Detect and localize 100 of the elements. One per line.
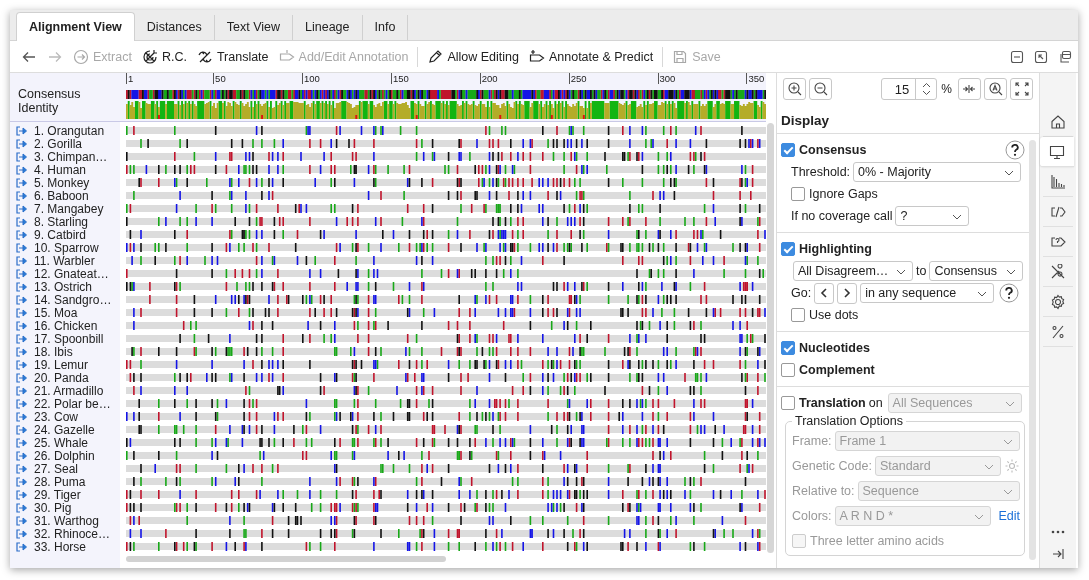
toolbar-button[interactable]: Translate bbox=[191, 45, 274, 68]
threshold-dropdown[interactable]: 0% - Majority bbox=[853, 162, 1022, 182]
sequence-name[interactable]: 9. Catbird bbox=[34, 227, 87, 242]
ruler-number: 250 bbox=[568, 73, 587, 84]
sequence-name[interactable]: 31. Warthog bbox=[34, 513, 99, 528]
zoom-in-button[interactable] bbox=[783, 78, 806, 100]
sequence-name[interactable]: 15. Moa bbox=[34, 305, 78, 320]
edit-link[interactable]: Edit bbox=[998, 508, 1020, 523]
consensus-checkbox[interactable]: Consensus bbox=[781, 143, 867, 157]
on-label: on bbox=[868, 396, 883, 410]
zoom-search-button[interactable] bbox=[984, 78, 1007, 100]
bar-chart-icon bbox=[1050, 173, 1066, 190]
sequence-arrow-icon bbox=[16, 307, 29, 318]
sequence-name[interactable]: 11. Warbler bbox=[34, 253, 95, 268]
sequence-name[interactable]: 17. Spoonbill bbox=[34, 331, 104, 346]
sequence-name[interactable]: 18. Ibis bbox=[34, 344, 73, 359]
next-button[interactable] bbox=[837, 282, 858, 304]
settings-icon bbox=[1050, 293, 1066, 310]
sequence-name[interactable]: 24. Gazelle bbox=[34, 422, 95, 437]
sequence-arrow-icon bbox=[16, 333, 29, 344]
sequence-name[interactable]: 23. Cow bbox=[34, 409, 79, 424]
sequence-name[interactable]: 27. Seal bbox=[34, 461, 79, 476]
translation-checkbox[interactable]: Translation bbox=[781, 396, 866, 410]
sequence-name[interactable]: 29. Tiger bbox=[34, 487, 81, 502]
nucleotides-checkbox[interactable]: Nucleotides bbox=[781, 341, 870, 355]
scrollbar-thumb[interactable] bbox=[126, 556, 446, 562]
ignore-gaps-checkbox[interactable]: Ignore Gaps bbox=[791, 187, 878, 201]
caret-icon bbox=[952, 214, 963, 220]
highlighting-checkbox[interactable]: Highlighting bbox=[781, 242, 872, 256]
save-icon bbox=[672, 48, 689, 65]
expand-icon bbox=[1014, 82, 1029, 96]
sequence-name[interactable]: 2. Gorilla bbox=[34, 136, 83, 151]
magnifier-icon bbox=[988, 82, 1003, 96]
scrollbar-thumb[interactable] bbox=[1029, 140, 1036, 560]
previous-button[interactable] bbox=[814, 282, 835, 304]
sequence-name[interactable]: 33. Horse bbox=[34, 539, 87, 554]
sequence-name[interactable]: 8. Starling bbox=[34, 214, 89, 229]
sequence-arrow-icon bbox=[16, 502, 29, 513]
sequence-name[interactable]: 13. Ostrich bbox=[34, 279, 93, 294]
ruler-number: 1 bbox=[126, 73, 134, 84]
sequence-name[interactable]: 28. Puma bbox=[34, 474, 86, 489]
chevron-right-icon bbox=[843, 288, 852, 298]
zoom-field[interactable]: 15 bbox=[881, 78, 938, 100]
sequence-name[interactable]: 1. Orangutan bbox=[34, 123, 105, 138]
help-icon[interactable] bbox=[999, 283, 1020, 303]
toolbar-button[interactable]: Annotate & Predict bbox=[523, 45, 659, 68]
view-tab[interactable]: Distances bbox=[134, 15, 215, 40]
highlight-mode-dropdown[interactable]: All Disagreem… bbox=[793, 261, 913, 281]
sequence-arrow-icon bbox=[16, 359, 29, 370]
sequence-name[interactable]: 5. Monkey bbox=[34, 175, 90, 190]
caret-icon bbox=[984, 463, 994, 470]
sequence-name[interactable]: 22. Polar be… bbox=[34, 396, 111, 411]
zoom-out-button[interactable] bbox=[809, 78, 833, 100]
sequence-name[interactable]: 4. Human bbox=[34, 162, 87, 177]
annotation-arrow-icon bbox=[528, 48, 545, 65]
view-tab[interactable]: Lineage bbox=[293, 15, 363, 40]
sidebar-tab[interactable] bbox=[1039, 137, 1074, 167]
ruler-number: 100 bbox=[302, 73, 320, 84]
caret-icon bbox=[1003, 488, 1013, 495]
fit-width-button[interactable] bbox=[958, 78, 981, 100]
collapse-panel-icon[interactable] bbox=[1052, 548, 1064, 560]
arrows-inward-icon bbox=[962, 82, 977, 96]
collapse-icon[interactable] bbox=[1010, 49, 1024, 64]
sequence-name[interactable]: 32. Rhinoce… bbox=[34, 526, 111, 541]
spinner-arrows-icon[interactable] bbox=[921, 82, 931, 96]
sequence-name[interactable]: 14. Sandgro… bbox=[34, 292, 112, 307]
sequence-name[interactable]: 12. Gnateat… bbox=[34, 266, 109, 281]
toolbar-button[interactable]: R.C. bbox=[136, 45, 192, 68]
sequence-name[interactable]: 19. Lemur bbox=[34, 357, 89, 372]
toolbar-button[interactable]: Allow Editing bbox=[422, 45, 524, 68]
sequence-name[interactable]: 3. Chimpan… bbox=[34, 149, 108, 164]
more-icon[interactable] bbox=[1051, 530, 1065, 534]
use-dots-checkbox[interactable]: Use dots bbox=[791, 308, 859, 322]
highlight-target-dropdown[interactable]: Consensus bbox=[929, 261, 1024, 281]
sequence-name[interactable]: 20. Panda bbox=[34, 370, 89, 385]
help-icon[interactable] bbox=[1005, 140, 1025, 160]
windows-icon[interactable] bbox=[1058, 49, 1072, 64]
sequence-name[interactable]: 26. Dolphin bbox=[34, 448, 95, 463]
zoom-in-icon bbox=[787, 82, 802, 96]
sequence-name[interactable]: 16. Chicken bbox=[34, 318, 98, 333]
consensus-label: Consensus bbox=[18, 87, 82, 101]
fullscreen-button[interactable] bbox=[1010, 78, 1034, 100]
scrollbar-thumb[interactable] bbox=[767, 123, 774, 553]
sequence-name[interactable]: 7. Mangabey bbox=[34, 201, 104, 216]
complement-checkbox[interactable]: Complement bbox=[781, 363, 875, 377]
view-tab[interactable]: Info bbox=[362, 15, 409, 40]
sequence-name[interactable]: 21. Armadillo bbox=[34, 383, 104, 398]
sequence-arrow-icon bbox=[16, 242, 29, 253]
sequence-name[interactable]: 25. Whale bbox=[34, 435, 89, 450]
scope-dropdown[interactable]: in any sequence bbox=[860, 283, 995, 303]
sequence-name[interactable]: 30. Pig bbox=[34, 500, 72, 515]
sequence-name[interactable]: 10. Sparrow bbox=[34, 240, 99, 255]
coverage-label: If no coverage call bbox=[791, 209, 893, 223]
view-tab[interactable]: Text View bbox=[214, 15, 293, 40]
pop-out-icon[interactable] bbox=[1034, 49, 1048, 64]
coverage-dropdown[interactable]: ? bbox=[895, 206, 970, 226]
sequence-arrow-icon bbox=[16, 424, 29, 435]
sequence-name[interactable]: 6. Baboon bbox=[34, 188, 89, 203]
view-tab[interactable]: Alignment View bbox=[16, 12, 135, 41]
zoom-out-icon bbox=[813, 82, 828, 96]
